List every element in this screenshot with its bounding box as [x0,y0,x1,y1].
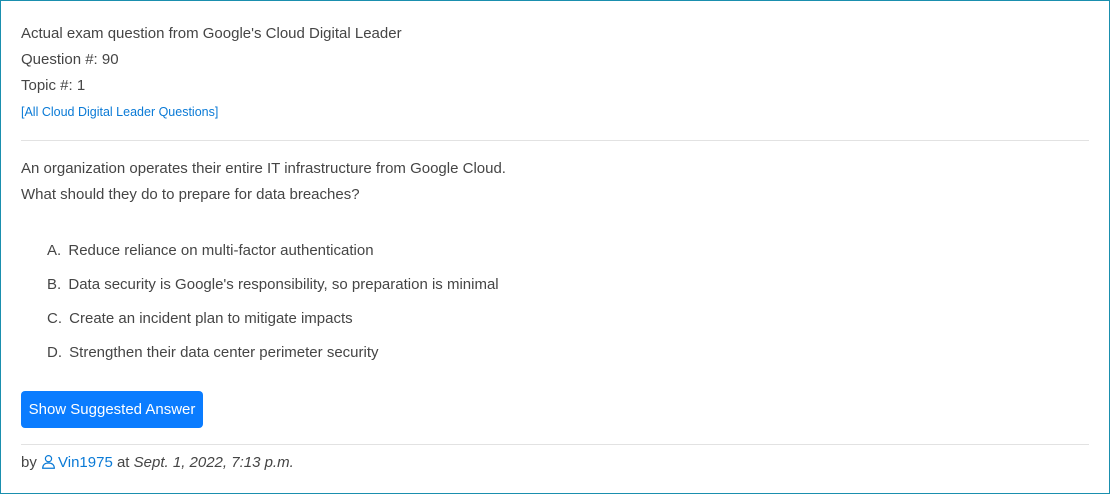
all-questions-link[interactable]: [All Cloud Digital Leader Questions] [21,99,402,125]
divider [21,444,1089,445]
divider [21,140,1089,141]
question-body: An organization operates their entire IT… [21,156,506,208]
choice-text: Create an incident plan to mitigate impa… [69,310,353,327]
at-label: at [116,454,130,471]
author-username: Vin1975 [58,454,113,471]
choice-text: Strengthen their data center perimeter s… [69,344,379,361]
choice-letter: C. [47,310,62,327]
question-header: Actual exam question from Google's Cloud… [21,21,402,125]
exam-title: Actual exam question from Google's Cloud… [21,25,402,42]
question-number: Question #: 90 [21,51,119,68]
choice-letter: B. [47,276,62,293]
topic-number: Topic #: 1 [21,77,86,94]
question-card: Actual exam question from Google's Cloud… [0,0,1110,494]
author-link[interactable]: Vin1975 [41,454,117,471]
by-label: by [21,454,37,471]
choice-b[interactable]: B. Data security is Google's responsibil… [47,272,499,306]
show-suggested-answer-button[interactable]: Show Suggested Answer [21,391,203,428]
question-text-line: What should they do to prepare for data … [21,186,360,203]
user-outline-icon [41,453,56,469]
choice-letter: D. [47,344,62,361]
choices-list: A. Reduce reliance on multi-factor authe… [47,238,499,374]
choice-a[interactable]: A. Reduce reliance on multi-factor authe… [47,238,499,272]
choice-d[interactable]: D. Strengthen their data center perimete… [47,340,499,374]
question-text-line: An organization operates their entire IT… [21,160,506,177]
post-date: Sept. 1, 2022, 7:13 p.m. [133,454,294,471]
choice-text: Reduce reliance on multi-factor authenti… [68,242,374,259]
choice-text: Data security is Google's responsibility… [68,276,499,293]
choice-c[interactable]: C. Create an incident plan to mitigate i… [47,306,499,340]
question-footer: by Vin1975 at Sept. 1, 2022, 7:13 p.m. [21,451,294,475]
choice-letter: A. [47,242,62,259]
